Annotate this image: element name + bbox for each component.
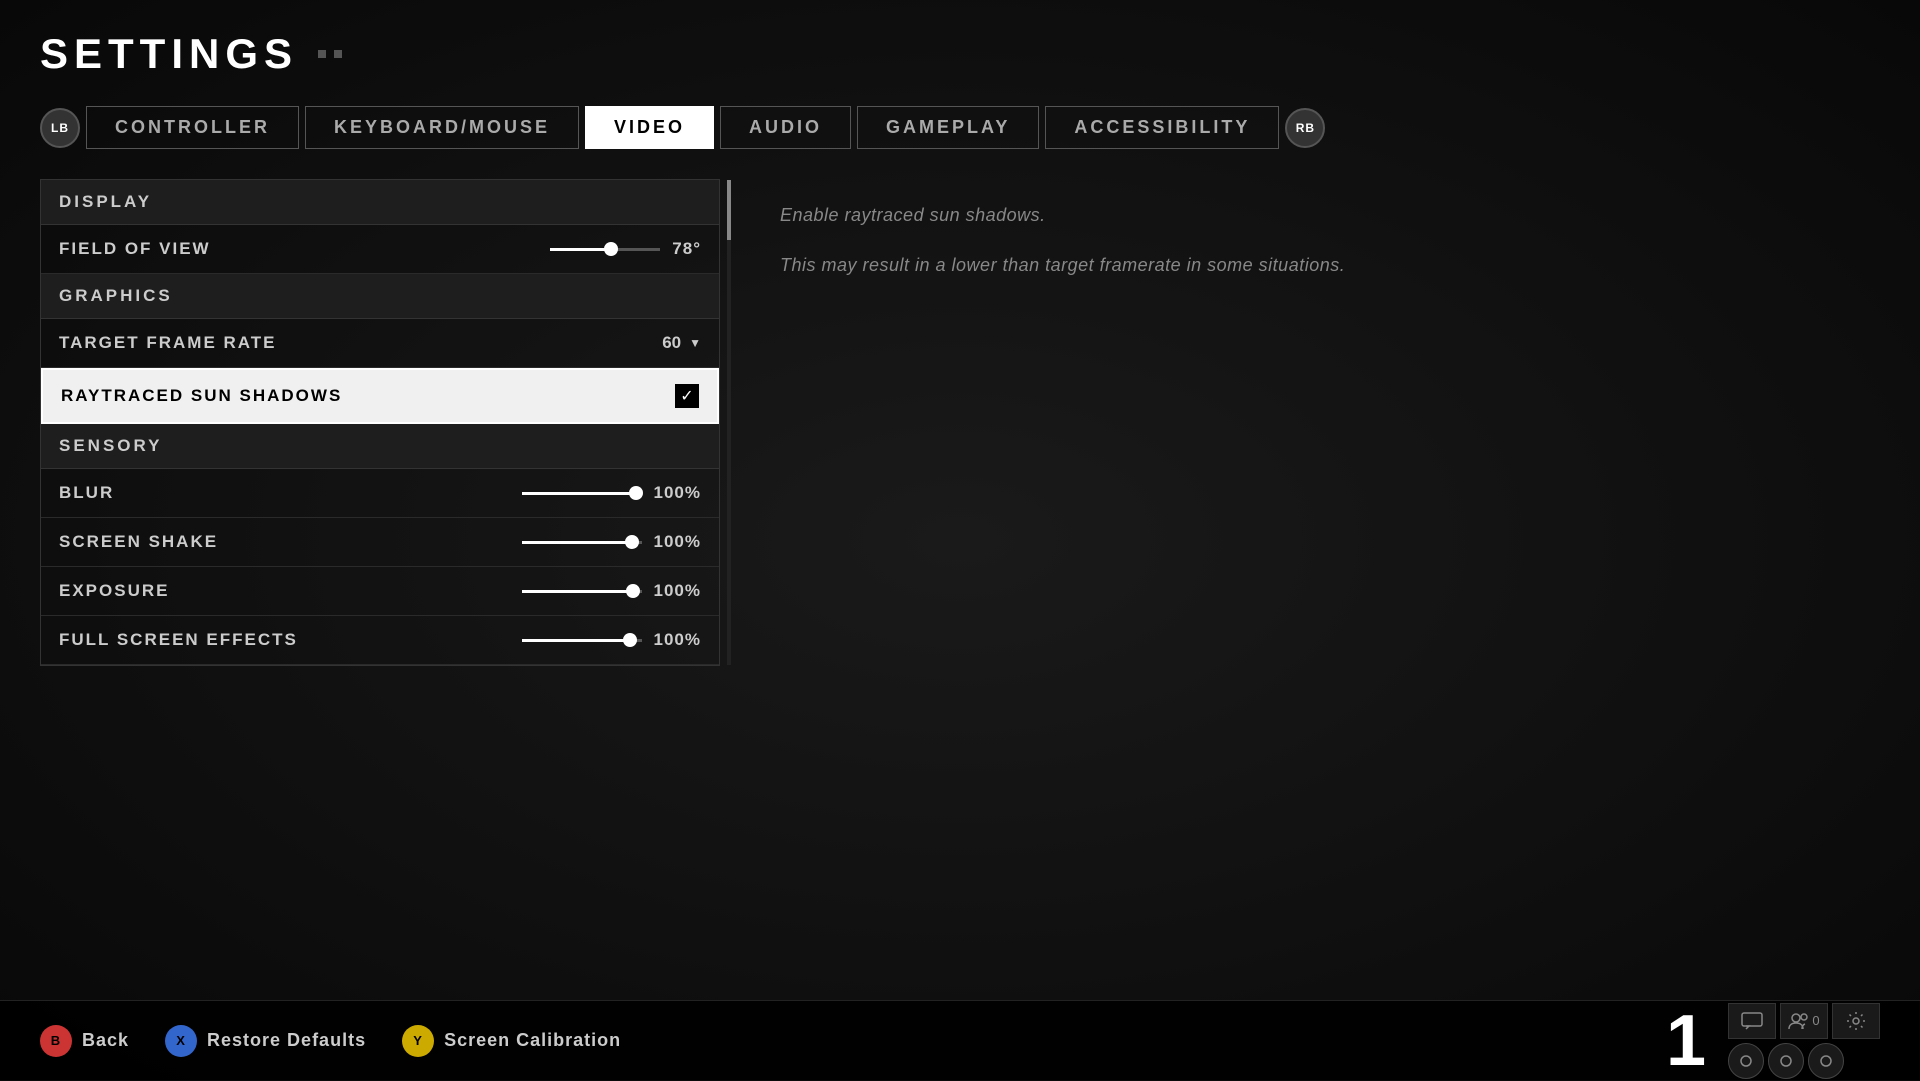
dot-2 [334,50,342,58]
target-frame-rate-dropdown[interactable]: 60 ▼ [662,333,701,353]
hud-circle-btn-3[interactable] [1808,1043,1844,1079]
player-number: 1 [1666,1005,1708,1077]
friends-count: 0 [1812,1013,1819,1028]
fov-label: FIELD OF VIEW [59,239,211,259]
y-button-icon: Y [402,1025,434,1057]
fov-slider-track [550,248,660,251]
chat-icon [1741,1012,1763,1030]
screen-shake-value: 100% [654,532,701,552]
blur-value: 100% [654,483,701,503]
full-screen-effects-value: 100% [654,630,701,650]
x-button-icon: X [165,1025,197,1057]
b-button-icon: B [40,1025,72,1057]
settings-title: SETTINGS [40,30,1880,78]
screen-shake-slider[interactable]: 100% [522,532,701,552]
hud-icons: 0 [1728,1003,1880,1079]
fov-slider[interactable]: 78° [550,239,701,259]
target-frame-rate-value: 60 [662,333,681,353]
settings-list: DISPLAY FIELD OF VIEW 78° GRAPHICS [40,179,720,666]
circle-btn-3-icon [1819,1054,1833,1068]
screen-shake-slider-track [522,541,642,544]
setting-row-fov[interactable]: FIELD OF VIEW 78° [41,225,719,274]
fov-value: 78° [672,239,701,259]
description-panel: Enable raytraced sun shadows. This may r… [780,179,1380,302]
bottom-bar: B Back X Restore Defaults Y Screen Calib… [0,1000,1920,1080]
setting-row-exposure[interactable]: EXPOSURE 100% [41,567,719,616]
setting-row-blur[interactable]: BLUR 100% [41,469,719,518]
dot-1 [318,50,326,58]
tab-accessibility[interactable]: ACCESSIBILITY [1045,106,1279,149]
full-screen-effects-slider-fill [522,639,630,642]
raytraced-label: RAYTRACED SUN SHADOWS [61,386,342,406]
tab-audio[interactable]: AUDIO [720,106,851,149]
scrollbar[interactable] [727,180,731,665]
circle-btn-1-icon [1739,1054,1753,1068]
screen-shake-slider-fill [522,541,632,544]
screen-shake-slider-thumb[interactable] [625,535,639,549]
gear-icon [1846,1011,1866,1031]
setting-row-target-frame-rate[interactable]: TARGET FRAME RATE 60 ▼ [41,319,719,368]
full-screen-effects-slider-thumb[interactable] [623,633,637,647]
scrollbar-thumb[interactable] [727,180,731,240]
tab-video[interactable]: VIDEO [585,106,714,149]
blur-slider-track [522,492,642,495]
checkmark-icon: ✓ [680,386,693,406]
raytraced-checkbox[interactable]: ✓ [675,384,699,408]
section-header-sensory: SENSORY [41,424,719,469]
nav-lb-button[interactable]: LB [40,108,80,148]
back-action[interactable]: B Back [40,1025,129,1057]
hud-circle-btn-2[interactable] [1768,1043,1804,1079]
fov-slider-thumb[interactable] [604,242,618,256]
full-screen-effects-slider[interactable]: 100% [522,630,701,650]
setting-row-full-screen-effects[interactable]: FULL SCREEN EFFECTS 100% [41,616,719,665]
friends-icon-box[interactable]: 0 [1780,1003,1828,1039]
nav-rb-button[interactable]: RB [1285,108,1325,148]
section-header-display: DISPLAY [41,180,719,225]
title-decoration [318,50,342,58]
restore-label: Restore Defaults [207,1030,366,1051]
restore-action[interactable]: X Restore Defaults [165,1025,366,1057]
section-header-graphics: GRAPHICS [41,274,719,319]
calibration-action[interactable]: Y Screen Calibration [402,1025,621,1057]
hud-circle-btn-1[interactable] [1728,1043,1764,1079]
tab-navigation: LB CONTROLLER KEYBOARD/MOUSE VIDEO AUDIO… [40,106,1880,149]
settings-panel: DISPLAY FIELD OF VIEW 78° GRAPHICS [40,179,720,666]
exposure-slider-thumb[interactable] [626,584,640,598]
exposure-slider-track [522,590,642,593]
full-screen-effects-label: FULL SCREEN EFFECTS [59,630,298,650]
tab-controller[interactable]: CONTROLLER [86,106,299,149]
target-frame-rate-label: TARGET FRAME RATE [59,333,277,353]
fov-slider-fill [550,248,611,251]
bottom-actions: B Back X Restore Defaults Y Screen Calib… [40,1025,621,1057]
description-line2: This may result in a lower than target f… [780,249,1380,281]
full-screen-effects-slider-track [522,639,642,642]
setting-row-raytraced[interactable]: RAYTRACED SUN SHADOWS ✓ [41,368,719,424]
chat-icon-box[interactable] [1728,1003,1776,1039]
exposure-slider[interactable]: 100% [522,581,701,601]
screen-shake-label: SCREEN SHAKE [59,532,218,552]
dropdown-arrow-icon: ▼ [689,336,701,350]
setting-row-screen-shake[interactable]: SCREEN SHAKE 100% [41,518,719,567]
blur-slider-thumb[interactable] [629,486,643,500]
blur-label: BLUR [59,483,114,503]
hud-icon-row-bottom [1728,1043,1880,1079]
friends-icon [1788,1012,1808,1030]
tab-keyboard[interactable]: KEYBOARD/MOUSE [305,106,579,149]
exposure-slider-fill [522,590,634,593]
exposure-label: EXPOSURE [59,581,169,601]
description-line1: Enable raytraced sun shadows. [780,199,1380,231]
blur-slider[interactable]: 100% [522,483,701,503]
circle-btn-2-icon [1779,1054,1793,1068]
tab-gameplay[interactable]: GAMEPLAY [857,106,1039,149]
back-label: Back [82,1030,129,1051]
hud-icon-row-top: 0 [1728,1003,1880,1039]
settings-icon-box[interactable] [1832,1003,1880,1039]
main-content: DISPLAY FIELD OF VIEW 78° GRAPHICS [40,179,1880,666]
calibration-label: Screen Calibration [444,1030,621,1051]
page-title: SETTINGS [40,30,298,78]
hud-right: 1 0 [1666,1003,1880,1079]
exposure-value: 100% [654,581,701,601]
blur-slider-fill [522,492,636,495]
